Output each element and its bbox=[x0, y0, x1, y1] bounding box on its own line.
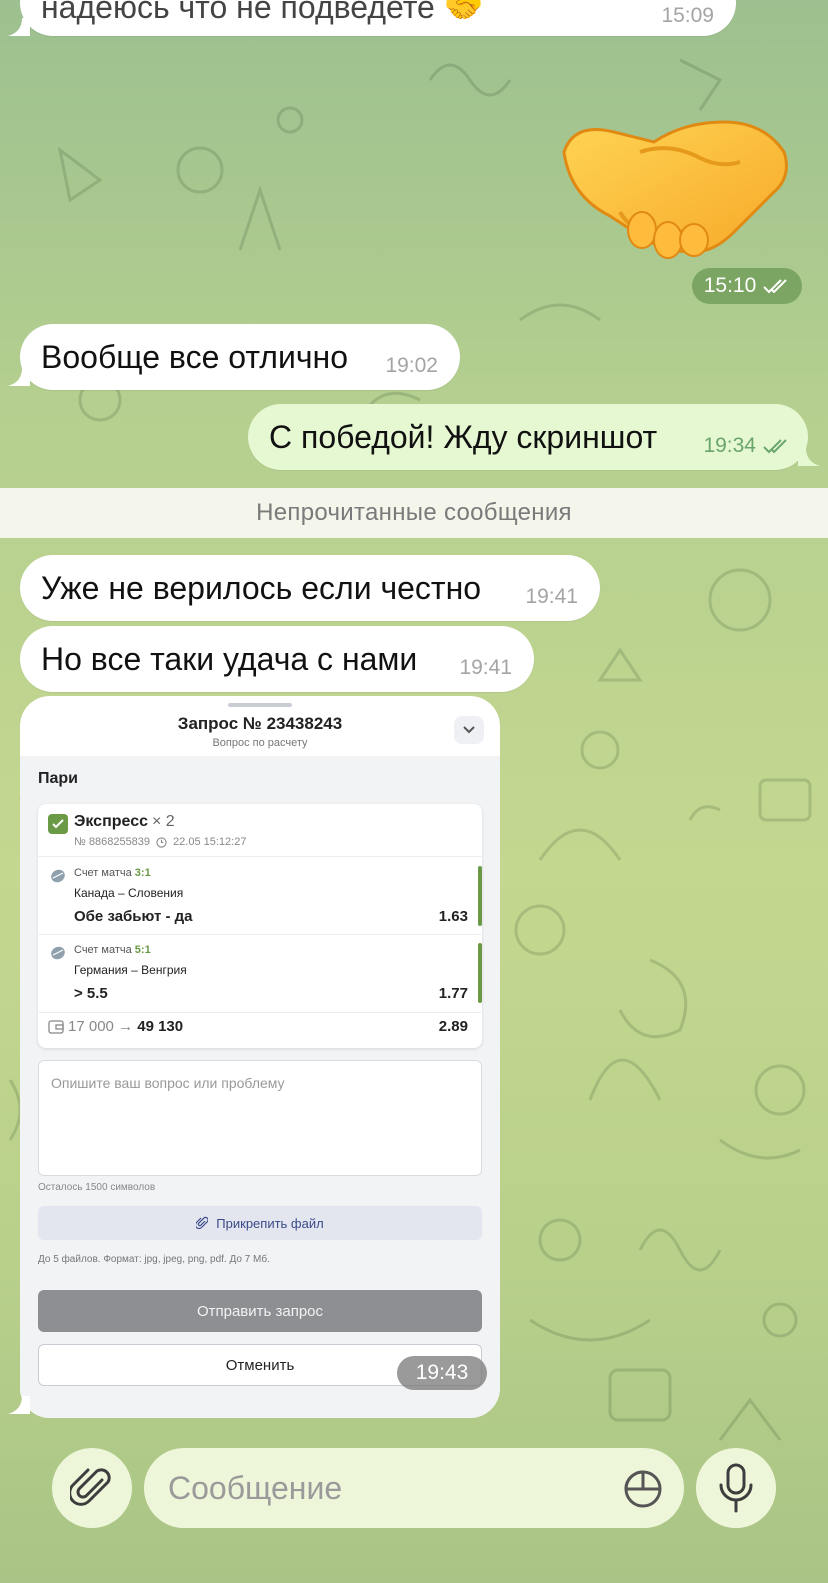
message-text: Вообще все отлично bbox=[41, 339, 348, 375]
sticker-time-badge: 15:10 bbox=[692, 268, 802, 304]
request-title: Запрос № 23438243 bbox=[177, 714, 343, 733]
handshake-sticker[interactable] bbox=[560, 112, 790, 272]
leg-teams: Германия – Венгрия bbox=[74, 963, 187, 977]
message-bubble-incoming[interactable]: Вообще все отлично 19:02 bbox=[20, 324, 460, 390]
message-text: Уже не верилось если честно bbox=[41, 570, 482, 606]
bet-datetime: 22.05 15:12:27 bbox=[173, 836, 247, 848]
bet-leg: Счет матча 3:1 Канада – Словения Обе заб… bbox=[38, 858, 482, 934]
leg-kind-label: Счет матча bbox=[74, 867, 132, 879]
bet-type: Экспресс × 2 bbox=[74, 813, 175, 831]
payout-amount: 49 130 bbox=[137, 1018, 184, 1035]
leg-outcome: > 5.5 bbox=[74, 985, 108, 1002]
checkbox-checked-icon bbox=[48, 814, 68, 834]
wallet-icon bbox=[48, 1020, 64, 1034]
message-text: надеюсь что не подведете 🤝 bbox=[41, 0, 484, 25]
paperclip-icon bbox=[196, 1216, 209, 1230]
remaining-characters: Осталось 1500 символов bbox=[38, 1182, 156, 1193]
handshake-emoji-icon bbox=[562, 120, 788, 259]
bubble-tail bbox=[798, 448, 820, 466]
bet-summary: 17 000 → 49 130 2.89 bbox=[38, 1014, 482, 1044]
send-request-button: Отправить запрос bbox=[38, 1290, 482, 1332]
unread-messages-divider: Непрочитанные сообщения bbox=[0, 488, 828, 538]
microphone-icon bbox=[719, 1463, 753, 1513]
leg-status-bar bbox=[478, 866, 482, 926]
sticker-icon[interactable] bbox=[622, 1468, 664, 1510]
leg-kind-label: Счет матча bbox=[74, 944, 132, 956]
attach-file-button: Прикрепить файл bbox=[38, 1206, 482, 1240]
message-field[interactable] bbox=[144, 1448, 684, 1528]
files-note: До 5 файлов. Формат: jpg, jpeg, png, pdf… bbox=[38, 1254, 270, 1265]
bet-meta: № 8868255839 22.05 15:12:27 bbox=[74, 836, 246, 848]
message-time: 15:10 bbox=[703, 274, 757, 297]
message-input[interactable] bbox=[168, 1448, 588, 1528]
message-time-badge: 19:43 bbox=[397, 1356, 487, 1390]
leg-score: 5:1 bbox=[134, 944, 151, 956]
leg-kind: Счет матча 3:1 bbox=[74, 867, 151, 879]
clock-icon bbox=[156, 836, 167, 848]
question-placeholder: Опишите ваш вопрос или проблему bbox=[51, 1075, 285, 1091]
sheet-handle bbox=[228, 703, 292, 707]
message-time: 19:34 bbox=[703, 434, 756, 457]
section-label: Пари bbox=[38, 770, 79, 787]
leg-outcome: Обе забьют - да bbox=[74, 908, 193, 925]
divider bbox=[38, 1012, 482, 1013]
leg-status-bar bbox=[478, 943, 482, 1003]
chevron-down-icon bbox=[463, 726, 475, 734]
ball-icon bbox=[51, 869, 65, 883]
collapse-button bbox=[454, 716, 484, 744]
message-time: 19:41 bbox=[525, 585, 578, 608]
message-time: 15:09 bbox=[661, 4, 714, 27]
message-bubble-incoming[interactable]: Но все таки удача с нами 19:41 bbox=[20, 626, 534, 692]
bubble-tail bbox=[8, 18, 30, 36]
double-check-icon bbox=[763, 279, 787, 294]
stake-to-payout: 17 000 → 49 130 bbox=[68, 1018, 183, 1035]
leg-odd: 1.77 bbox=[438, 985, 468, 1002]
unread-divider-label: Непрочитанные сообщения bbox=[256, 499, 572, 526]
attach-button[interactable] bbox=[52, 1448, 132, 1528]
leg-odd: 1.63 bbox=[438, 908, 468, 925]
question-textarea: Опишите ваш вопрос или проблему bbox=[38, 1060, 482, 1176]
arrow-icon: → bbox=[118, 1018, 134, 1035]
message-bubble-incoming[interactable]: надеюсь что не подведете 🤝 15:09 bbox=[20, 0, 736, 36]
message-bubble-incoming[interactable]: Уже не верилось если честно 19:41 bbox=[20, 555, 600, 621]
leg-score: 3:1 bbox=[134, 867, 151, 879]
double-check-icon bbox=[763, 439, 787, 454]
message-text: Но все таки удача с нами bbox=[41, 641, 418, 677]
leg-kind: Счет матча 5:1 bbox=[74, 944, 151, 956]
attach-file-label: Прикрепить файл bbox=[216, 1215, 324, 1231]
stake-amount: 17 000 bbox=[68, 1018, 114, 1035]
message-bubble-outgoing[interactable]: С победой! Жду скриншот 19:34 bbox=[248, 404, 808, 470]
total-odd: 2.89 bbox=[438, 1018, 468, 1035]
bet-card: Экспресс × 2 № 8868255839 22.05 15:12:27 … bbox=[38, 804, 482, 1048]
message-input-bar bbox=[0, 1428, 828, 1583]
divider bbox=[38, 856, 482, 857]
bubble-tail bbox=[8, 1396, 30, 1414]
bubble-tail bbox=[8, 368, 30, 386]
bet-number: № 8868255839 bbox=[74, 836, 151, 848]
bet-leg: Счет матча 5:1 Германия – Венгрия > 5.5 … bbox=[38, 935, 482, 1011]
message-time: 19:41 bbox=[459, 656, 512, 679]
microphone-button[interactable] bbox=[696, 1448, 776, 1528]
message-time: 19:02 bbox=[385, 354, 438, 377]
bet-type-label: Экспресс bbox=[74, 813, 148, 830]
leg-teams: Канада – Словения bbox=[74, 886, 184, 900]
request-subtitle: Вопрос по расчету bbox=[212, 737, 308, 749]
paperclip-icon bbox=[70, 1468, 111, 1506]
message-text: С победой! Жду скриншот bbox=[269, 419, 658, 455]
ball-icon bbox=[51, 946, 65, 960]
bet-multiplier: × 2 bbox=[152, 813, 175, 830]
screenshot-image-message[interactable]: Запрос № 23438243 Вопрос по расчету Пари… bbox=[20, 696, 500, 1418]
